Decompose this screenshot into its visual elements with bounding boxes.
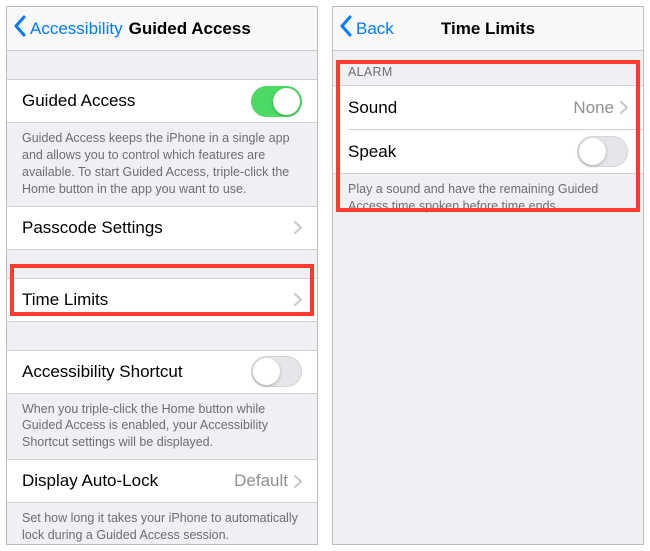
accessibility-shortcut-footer: When you triple-click the Home button wh… <box>7 394 317 460</box>
navbar: Back Time Limits <box>333 7 643 51</box>
time-limits-screen: Back Time Limits ALARM Sound None Speak … <box>332 6 644 545</box>
chevron-right-icon <box>294 221 302 234</box>
passcode-settings-label: Passcode Settings <box>22 218 294 238</box>
speak-row[interactable]: Speak <box>333 130 643 174</box>
accessibility-shortcut-toggle[interactable] <box>251 356 302 387</box>
display-autolock-value: Default <box>234 471 288 491</box>
chevron-right-icon <box>294 475 302 488</box>
guided-access-row[interactable]: Guided Access <box>7 79 317 123</box>
guided-access-footer: Guided Access keeps the iPhone in a sing… <box>7 123 317 206</box>
navbar: Accessibility Guided Access <box>7 7 317 51</box>
time-limits-label: Time Limits <box>22 290 294 310</box>
guided-access-screen: Accessibility Guided Access Guided Acces… <box>6 6 318 545</box>
back-button[interactable]: Accessibility <box>7 15 123 42</box>
back-button[interactable]: Back <box>333 15 394 42</box>
alarm-footer: Play a sound and have the remaining Guid… <box>333 174 643 223</box>
time-limits-row[interactable]: Time Limits <box>7 278 317 322</box>
content: ALARM Sound None Speak Play a sound and … <box>333 51 643 544</box>
speak-toggle[interactable] <box>577 136 628 167</box>
chevron-right-icon <box>294 293 302 306</box>
back-label: Accessibility <box>30 19 123 39</box>
alarm-section-header: ALARM <box>333 51 643 85</box>
speak-label: Speak <box>348 142 577 162</box>
guided-access-label: Guided Access <box>22 91 251 111</box>
chevron-right-icon <box>620 101 628 114</box>
sound-value: None <box>573 98 614 118</box>
passcode-settings-row[interactable]: Passcode Settings <box>7 206 317 250</box>
accessibility-shortcut-label: Accessibility Shortcut <box>22 362 251 382</box>
sound-label: Sound <box>348 98 573 118</box>
display-autolock-footer: Set how long it takes your iPhone to aut… <box>7 503 317 544</box>
sound-row[interactable]: Sound None <box>333 85 643 129</box>
chevron-left-icon <box>13 15 30 42</box>
display-autolock-label: Display Auto-Lock <box>22 471 234 491</box>
display-autolock-row[interactable]: Display Auto-Lock Default <box>7 459 317 503</box>
guided-access-toggle[interactable] <box>251 86 302 117</box>
accessibility-shortcut-row[interactable]: Accessibility Shortcut <box>7 350 317 394</box>
page-title: Guided Access <box>129 19 251 39</box>
content: Guided Access Guided Access keeps the iP… <box>7 51 317 544</box>
back-label: Back <box>356 19 394 39</box>
chevron-left-icon <box>339 15 356 42</box>
